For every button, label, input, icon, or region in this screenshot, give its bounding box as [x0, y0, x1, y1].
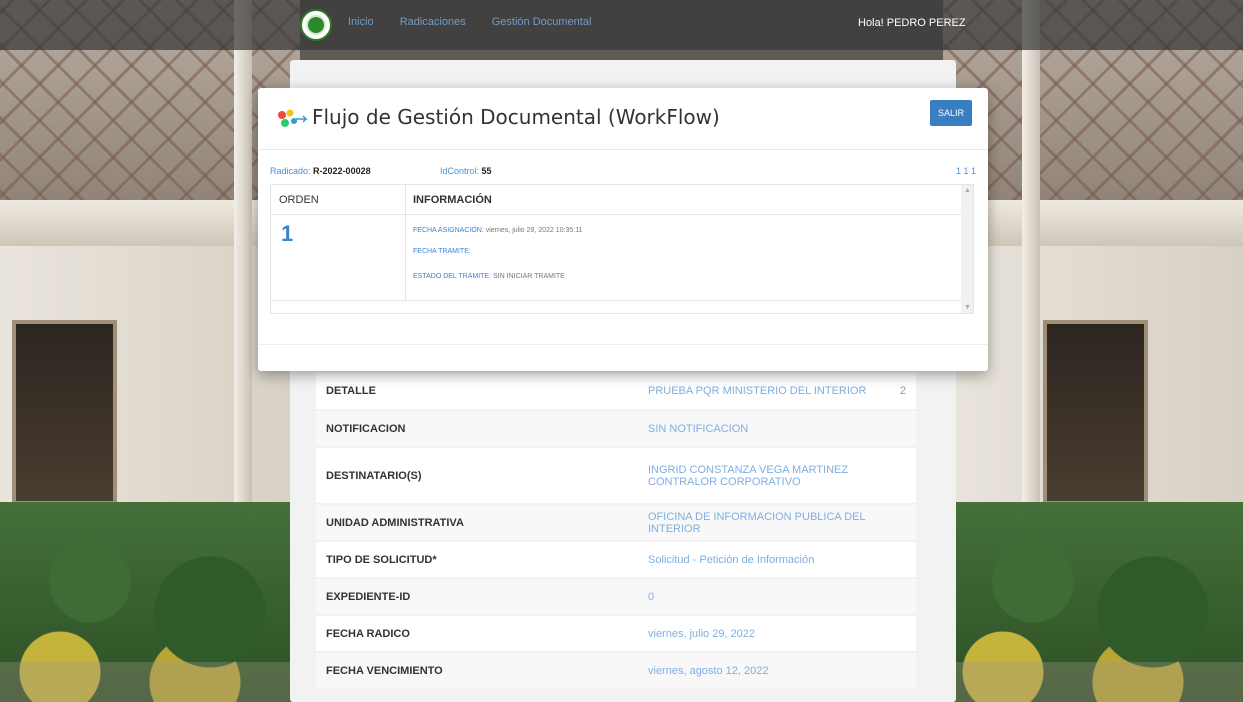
detail-label: UNIDAD ADMINISTRATIVA — [316, 504, 642, 542]
detail-label: DETALLE — [316, 373, 642, 411]
detail-row: FECHA VENCIMIENTO viernes, agosto 12, 202… — [316, 652, 916, 690]
detail-suffix: 2 — [899, 385, 906, 397]
modal-title: Flujo de Gestión Documental (WorkFlow) — [312, 105, 720, 129]
detail-label: EXPEDIENTE-ID — [316, 578, 642, 616]
scroll-down-icon[interactable]: ▼ — [964, 304, 971, 311]
detail-value-text: PRUEBA PQR MINISTERIO DEL INTERIOR — [648, 385, 867, 397]
idcontrol: IdControl: 55 — [440, 166, 492, 176]
fecha-asignacion-label: FECHA ASIGNACIÓN: — [413, 227, 484, 234]
detail-label: FECHA RADICO — [316, 615, 642, 653]
detail-value: INGRID CONSTANZA VEGA MARTINEZ CONTRALOR… — [642, 447, 916, 505]
nav-link-inicio[interactable]: Inicio — [348, 16, 374, 28]
detail-value: Solicitud - Petición de Información — [642, 541, 916, 579]
workflow-modal: Flujo de Gestión Documental (WorkFlow) S… — [258, 88, 988, 371]
pager[interactable]: 1 1 1 — [956, 166, 976, 176]
detail-value: 0 — [642, 578, 916, 616]
estado-tramite-label: ESTADO DEL TRAMITE: — [413, 273, 492, 280]
detail-row: NOTIFICACION SIN NOTIFICACION — [316, 410, 916, 448]
detail-row: EXPEDIENTE-ID 0 — [316, 578, 916, 616]
detail-value: SIN NOTIFICACION — [642, 410, 916, 448]
detail-value-text: viernes, agosto 12, 2022 — [648, 664, 769, 677]
detail-value-text: 0 — [648, 590, 655, 603]
detail-value: viernes, julio 29, 2022 — [642, 615, 916, 653]
workflow-icon — [278, 109, 308, 127]
fecha-asignacion: FECHA ASIGNACIÓN: viernes, julio 29, 202… — [413, 227, 583, 234]
detail-value-text: Solicitud - Petición de Información — [648, 553, 815, 566]
fecha-asignacion-value: viernes, julio 29, 2022 10:35:11 — [485, 227, 583, 234]
nav-link-radicaciones[interactable]: Radicaciones — [400, 16, 466, 28]
row-orden: 1 — [281, 221, 294, 246]
fecha-tramite: FECHA TRAMITE: — [413, 248, 471, 255]
workflow-table-header: ORDEN INFORMACIÓN — [271, 185, 961, 215]
detail-table: DETALLE PRUEBA PQR MINISTERIO DEL INTERIO… — [316, 373, 916, 690]
idcontrol-value: 55 — [481, 166, 492, 176]
header-orden: ORDEN — [279, 194, 319, 206]
detail-value-text: OFICINA DE INFORMACION PUBLICA DEL INTER… — [648, 510, 866, 535]
detail-row: TIPO DE SOLICITUD* Solicitud - Petición d… — [316, 541, 916, 579]
detail-row: DETALLE PRUEBA PQR MINISTERIO DEL INTERIO… — [316, 373, 916, 411]
detail-row: UNIDAD ADMINISTRATIVA OFICINA DE INFORMAC… — [316, 504, 916, 542]
detail-value: viernes, agosto 12, 2022 — [642, 652, 916, 690]
estado-tramite-value: SIN INICIAR TRAMITE — [493, 273, 565, 280]
detail-label: DESTINATARIO(S) — [316, 447, 642, 505]
idcontrol-label: IdControl: — [440, 166, 480, 176]
table-row: 1 FECHA ASIGNACIÓN: viernes, julio 29, 2… — [271, 215, 961, 301]
scrollbar[interactable]: ▲ ▼ — [961, 185, 973, 313]
top-navbar: Inicio Radicaciones Gestión Documental H… — [0, 0, 1243, 50]
radicado-label: Radicado: — [270, 166, 311, 176]
workflow-table: ORDEN INFORMACIÓN 1 FECHA ASIGNACIÓN: vi… — [270, 184, 974, 314]
detail-value: OFICINA DE INFORMACION PUBLICA DEL INTER… — [642, 504, 916, 542]
nav-links: Inicio Radicaciones Gestión Documental — [348, 16, 591, 28]
radicado: Radicado: R-2022-00028 — [270, 166, 371, 176]
header-informacion: INFORMACIÓN — [413, 194, 492, 206]
radicado-value: R-2022-00028 — [313, 166, 371, 176]
fecha-tramite-label: FECHA TRAMITE: — [413, 248, 471, 255]
detail-value: PRUEBA PQR MINISTERIO DEL INTERIOR 2 — [642, 373, 916, 411]
nav-link-gestion[interactable]: Gestión Documental — [492, 16, 592, 28]
detail-value-text: viernes, julio 29, 2022 — [648, 627, 756, 640]
detail-row: DESTINATARIO(S) INGRID CONSTANZA VEGA MAR… — [316, 447, 916, 505]
logo-icon[interactable] — [300, 9, 332, 41]
detail-label: TIPO DE SOLICITUD* — [316, 541, 642, 579]
close-button[interactable]: SALIR — [930, 100, 972, 126]
detail-label: NOTIFICACION — [316, 410, 642, 448]
detail-row: FECHA RADICO viernes, julio 29, 2022 — [316, 615, 916, 653]
modal-header: Flujo de Gestión Documental (WorkFlow) S… — [258, 88, 988, 150]
scroll-up-icon[interactable]: ▲ — [964, 187, 971, 194]
estado-tramite: ESTADO DEL TRAMITE: SIN INICIAR TRAMITE — [413, 273, 565, 280]
detail-label: FECHA VENCIMIENTO — [316, 652, 642, 690]
user-greeting[interactable]: Hola! PEDRO PEREZ — [858, 17, 966, 29]
detail-value-text: SIN NOTIFICACION — [648, 422, 749, 435]
detail-value-text: INGRID CONSTANZA VEGA MARTINEZ CONTRALOR… — [648, 463, 849, 488]
modal-meta: Radicado: R-2022-00028 IdControl: 55 1 1… — [270, 166, 976, 182]
